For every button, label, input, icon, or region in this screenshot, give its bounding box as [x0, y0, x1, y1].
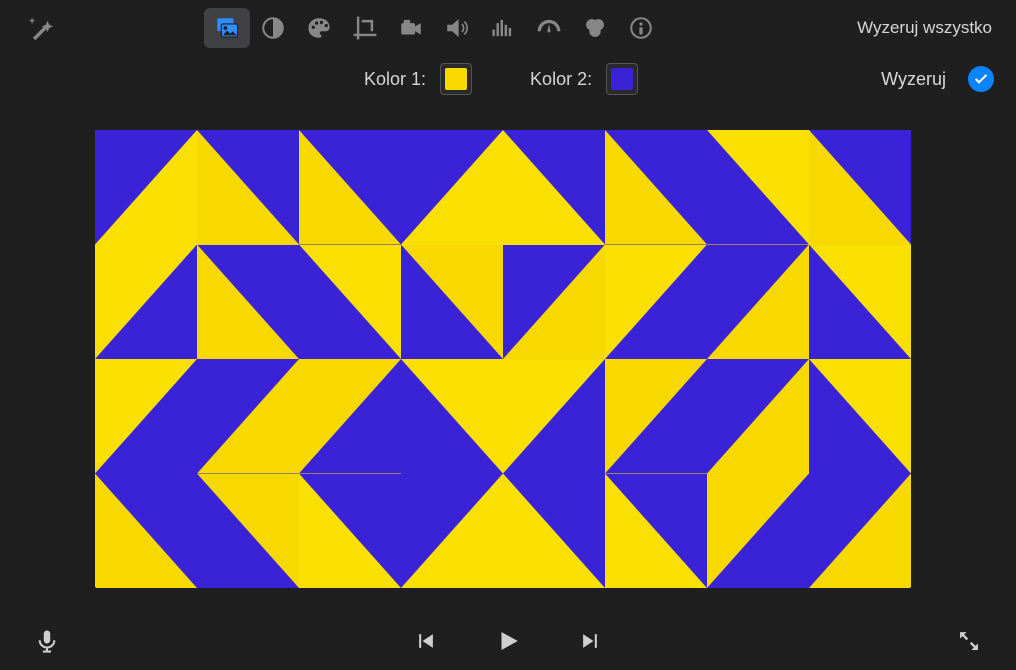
pattern-cell — [707, 474, 809, 589]
voiceover-button[interactable] — [22, 619, 72, 663]
pattern-cell — [707, 245, 809, 360]
palette-icon — [306, 15, 332, 41]
reset-button[interactable]: Wyzeruj — [881, 69, 946, 90]
speed-button[interactable] — [526, 8, 572, 48]
color-balance-button[interactable] — [250, 8, 296, 48]
pattern-cell — [299, 359, 401, 474]
pattern-cell — [605, 245, 707, 360]
clip-filter-button[interactable] — [572, 8, 618, 48]
skip-forward-button[interactable] — [565, 619, 615, 663]
color1-chip — [445, 68, 467, 90]
color2-label: Kolor 2: — [530, 69, 592, 90]
gauge-icon — [536, 15, 562, 41]
pattern-cell — [809, 359, 911, 474]
pattern-cell — [197, 130, 299, 245]
volume-button[interactable] — [434, 8, 480, 48]
pattern-cell — [809, 474, 911, 589]
pattern-cell — [605, 474, 707, 589]
pattern-cell — [809, 245, 911, 360]
pattern-cell — [809, 130, 911, 245]
pattern-cell — [503, 245, 605, 360]
clusters-icon — [582, 15, 608, 41]
reset-all-button[interactable]: Wyzeruj wszystko — [857, 18, 998, 38]
frames-icon — [214, 15, 240, 41]
play-button[interactable] — [483, 619, 533, 663]
playback-controls — [401, 619, 615, 663]
crop-button[interactable] — [342, 8, 388, 48]
eq-bars-icon — [490, 15, 516, 41]
pattern-cell — [503, 130, 605, 245]
background-color-controls: Kolor 1: Kolor 2: Wyzeruj — [0, 56, 1016, 102]
pattern-cell — [197, 245, 299, 360]
magic-wand-button[interactable] — [18, 8, 64, 48]
transport-bar — [0, 612, 1016, 670]
pattern-cell — [299, 474, 401, 589]
pattern-cell — [299, 130, 401, 245]
skip-forward-icon — [579, 630, 601, 652]
crop-icon — [352, 15, 378, 41]
pattern-cell — [707, 359, 809, 474]
expand-icon — [956, 628, 982, 654]
camera-icon — [398, 15, 424, 41]
pattern-cell — [197, 359, 299, 474]
skip-back-icon — [415, 630, 437, 652]
stabilization-button[interactable] — [388, 8, 434, 48]
noise-reduction-button[interactable] — [480, 8, 526, 48]
apply-checkmark-button[interactable] — [968, 66, 994, 92]
pattern-cell — [95, 359, 197, 474]
color-correction-button[interactable] — [296, 8, 342, 48]
pattern-cell — [503, 359, 605, 474]
background-pattern — [95, 130, 911, 588]
pattern-cell — [95, 474, 197, 589]
pattern-cell — [707, 130, 809, 245]
color1-swatch[interactable] — [440, 63, 472, 95]
pattern-cell — [197, 474, 299, 589]
color1-label: Kolor 1: — [364, 69, 426, 90]
speaker-icon — [444, 15, 470, 41]
contrast-icon — [260, 15, 286, 41]
pattern-cell — [503, 474, 605, 589]
magic-wand-icon — [28, 15, 54, 41]
pattern-cell — [401, 130, 503, 245]
fullscreen-button[interactable] — [944, 619, 994, 663]
pattern-cell — [95, 245, 197, 360]
video-overlay-button[interactable] — [204, 8, 250, 48]
preview-viewer — [95, 130, 911, 588]
clip-info-button[interactable] — [618, 8, 664, 48]
color2-chip — [611, 68, 633, 90]
pattern-cell — [401, 359, 503, 474]
inspector-toolbar: Wyzeruj wszystko — [0, 0, 1016, 56]
pattern-cell — [605, 359, 707, 474]
info-icon — [628, 15, 654, 41]
play-icon — [495, 628, 521, 654]
pattern-cell — [95, 130, 197, 245]
pattern-cell — [401, 245, 503, 360]
pattern-cell — [605, 130, 707, 245]
pattern-cell — [401, 474, 503, 589]
checkmark-icon — [973, 71, 989, 87]
microphone-icon — [34, 628, 60, 654]
color2-swatch[interactable] — [606, 63, 638, 95]
skip-back-button[interactable] — [401, 619, 451, 663]
pattern-cell — [299, 245, 401, 360]
